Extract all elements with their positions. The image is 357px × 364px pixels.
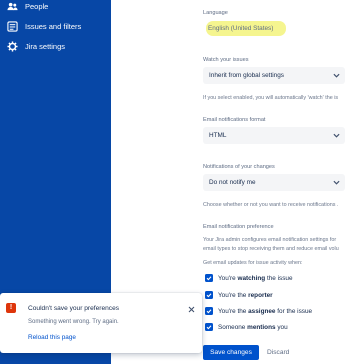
label-text: for the issue — [275, 307, 313, 315]
checkbox-checked[interactable] — [205, 274, 213, 282]
own-changes-select[interactable]: Do not notify me — [203, 174, 345, 191]
label-text: Someone — [218, 323, 248, 331]
language-value: English (United States) — [208, 25, 274, 32]
chevron-down-icon — [332, 127, 340, 144]
sidebar-item-issues-filters[interactable]: Issues and filters — [6, 20, 81, 32]
label-text: You're the — [218, 307, 249, 315]
label-bold: reporter — [248, 291, 273, 299]
checkbox-label: You're the assignee for the issue — [218, 308, 312, 315]
checkbox-checked[interactable] — [205, 291, 213, 299]
email-format-value: HTML — [209, 132, 227, 139]
checkbox-row-mentions[interactable]: Someone mentions you — [205, 323, 288, 331]
toast-message: Something went wrong. Try again. — [28, 319, 119, 325]
email-format-label: Email notifications format — [203, 117, 266, 123]
checkmark-icon — [206, 309, 212, 314]
people-icon — [6, 0, 18, 12]
label-text: you — [275, 323, 288, 331]
checkbox-row-reporter[interactable]: You're the reporter — [205, 291, 273, 299]
checkmark-icon — [206, 276, 212, 281]
chevron-down-icon — [332, 67, 340, 84]
label-text: You're the — [218, 291, 249, 299]
label-bold: watching — [237, 274, 266, 282]
toast-title: Couldn't save your preferences — [28, 305, 120, 312]
preferences-panel: Language English (United States) Watch y… — [203, 0, 357, 364]
checkbox-label: Someone mentions you — [218, 324, 288, 331]
sidebar-item-label: People — [25, 1, 49, 11]
email-pref-desc-3: Get email updates for issue activity whe… — [203, 260, 303, 266]
email-pref-desc-2: email types to stop receiving them and r… — [203, 246, 339, 252]
error-icon: ! — [6, 303, 16, 313]
checkbox-row-assignee[interactable]: You're the assignee for the issue — [205, 307, 312, 315]
email-format-select[interactable]: HTML — [203, 127, 345, 144]
sidebar-item-jira-settings[interactable]: Jira settings — [6, 40, 65, 52]
checkmark-icon — [206, 293, 212, 298]
close-icon[interactable] — [186, 304, 196, 314]
checkbox-label: You're watching the issue — [218, 275, 293, 282]
gear-icon — [6, 40, 18, 52]
own-changes-label: Notifications of your changes — [203, 164, 275, 170]
checkbox-row-watching[interactable]: You're watching the issue — [205, 274, 293, 282]
label-bold: assignee — [248, 307, 276, 315]
sidebar-item-label: Jira settings — [25, 41, 66, 51]
label-text: the issue — [265, 274, 293, 282]
checkmark-icon — [206, 325, 212, 330]
checkbox-checked[interactable] — [205, 323, 213, 331]
sidebar-item-label: Issues and filters — [25, 21, 82, 31]
watch-select-value: Inherit from global settings — [209, 72, 284, 79]
label-text: You're — [218, 274, 238, 282]
watch-select[interactable]: Inherit from global settings — [203, 67, 345, 84]
reload-link[interactable]: Reload this page — [28, 334, 76, 341]
chevron-down-icon — [332, 174, 340, 191]
watch-label: Watch your issues — [203, 57, 249, 63]
discard-button[interactable]: Discard — [267, 345, 289, 360]
watch-hint: If you select enabled, you will automati… — [203, 95, 339, 101]
own-changes-value: Do not notify me — [209, 179, 256, 186]
error-toast: ! Couldn't save your preferences Somethi… — [0, 293, 202, 353]
checkbox-label: You're the reporter — [218, 292, 273, 299]
save-button[interactable]: Save changes — [203, 345, 259, 360]
checkbox-checked[interactable] — [205, 307, 213, 315]
language-field[interactable]: English (United States) — [203, 17, 355, 43]
own-changes-hint: Choose whether or not you want to receiv… — [203, 202, 339, 208]
language-label: Language — [203, 10, 228, 16]
sidebar-item-people[interactable]: People — [6, 0, 48, 12]
label-bold: mentions — [247, 323, 276, 331]
issues-filters-icon — [6, 20, 18, 32]
email-pref-desc-1: Your Jira admin configures email notific… — [203, 237, 337, 243]
email-pref-label: Email notification preference — [203, 224, 274, 230]
